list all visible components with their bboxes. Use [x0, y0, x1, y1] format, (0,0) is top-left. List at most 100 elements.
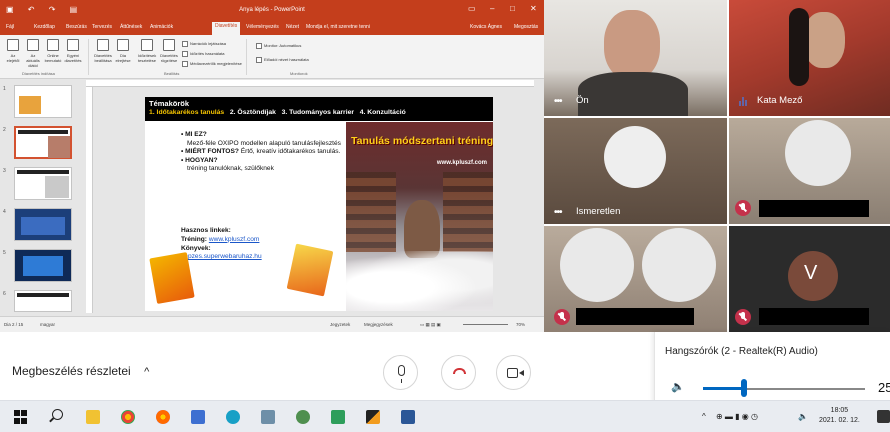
tab-insert[interactable]: Beszúrás	[66, 24, 87, 30]
slide-bullets: MI EZ? Mező-féle OXIPO modellen alapuló …	[181, 131, 341, 174]
thumb-image	[23, 256, 63, 276]
thumbnail-slide-4[interactable]	[14, 208, 72, 241]
windows-start-icon[interactable]	[14, 410, 28, 424]
thumb-header	[17, 170, 69, 174]
tell-me-search[interactable]: Mondja el, mit szeretne tenni	[306, 24, 370, 30]
show-media-controls-check[interactable]: Médiavezérlők megjelenítése	[182, 61, 242, 67]
thumb-number: 4	[3, 209, 6, 215]
thumbnail-slide-2[interactable]	[14, 126, 72, 159]
edge-icon[interactable]	[226, 410, 240, 424]
participant-avatar	[785, 120, 851, 186]
mic-muted-icon	[735, 309, 751, 325]
firefox-icon[interactable]	[156, 410, 170, 424]
thumbnail-slide-3[interactable]	[14, 167, 72, 200]
meeting-details-button[interactable]: Megbeszélés részletei ^	[12, 364, 149, 378]
ribbon-display-icon[interactable]: ▭	[468, 4, 476, 13]
search-icon[interactable]	[52, 409, 63, 420]
rehearse-timings-button[interactable]: Időzítések tesztelése	[138, 39, 156, 63]
play-narrations-check[interactable]: Narrációk lejátszása	[182, 41, 226, 47]
speaker-icon[interactable]: 🔈	[671, 380, 685, 393]
thumb-image	[21, 217, 65, 235]
camera-button[interactable]	[496, 355, 531, 390]
slide-heading: Témakörök	[149, 99, 190, 108]
promo-url: www.kpluszf.com	[436, 160, 487, 166]
participant-tile-speaker[interactable]: Kata Mező	[729, 0, 890, 116]
bullet-text: tréning tanulóknak, szülőknek	[187, 165, 274, 173]
zoom-level[interactable]: 70%	[516, 322, 525, 327]
participant-tile-avatar[interactable]: V	[729, 226, 890, 332]
account-name[interactable]: Kovács Ágnes	[470, 24, 502, 30]
save-floppy-icon[interactable]	[191, 410, 205, 424]
hair	[789, 8, 809, 86]
presenter-view-check[interactable]: Előadói nézet használata	[256, 57, 309, 63]
use-timings-check[interactable]: Időzítés használata	[182, 51, 224, 57]
tab-review[interactable]: Véleményezés	[246, 24, 279, 30]
tab-animations[interactable]: Animációk	[150, 24, 173, 30]
slideshow-current-icon	[27, 39, 39, 51]
notes-button[interactable]: Jegyzetek	[330, 322, 350, 327]
ppt-status-bar: Dia 2 / 15 magyar Jegyzetek Megjegyzések…	[0, 316, 544, 332]
slide-topic-nav: 1. Időtakarékos tanulás 2. Ösztöndíjak 3…	[149, 109, 406, 116]
training-link[interactable]: www.kpluszf.com	[209, 236, 260, 243]
app-dark-icon[interactable]	[366, 410, 380, 424]
app-icon[interactable]	[261, 410, 275, 424]
microphone-button[interactable]	[383, 355, 418, 390]
word-icon[interactable]	[401, 410, 415, 424]
custom-show-button[interactable]: Egyéni diavetítés	[64, 39, 82, 63]
slide-thumbnails: 1 2 3 4 5 6	[0, 80, 84, 316]
tray-icons[interactable]: ⊕ ▬ ▮ ◉ ◷	[716, 412, 758, 421]
notification-center-icon[interactable]	[877, 410, 890, 423]
tab-home[interactable]: Kezdőlap	[34, 24, 55, 30]
reading-girl-figure	[404, 200, 440, 258]
chrome-icon[interactable]	[121, 410, 135, 424]
record-icon	[163, 39, 175, 51]
more-options-icon[interactable]: •••	[554, 96, 562, 107]
from-beginning-button[interactable]: Az elejétől	[4, 39, 22, 63]
zoom-slider[interactable]	[463, 324, 508, 325]
app-green-icon[interactable]	[296, 410, 310, 424]
thumb-number: 6	[3, 291, 6, 297]
thumbnail-slide-1[interactable]	[14, 85, 72, 118]
slide-canvas[interactable]: Témakörök 1. Időtakarékos tanulás 2. Ösz…	[145, 97, 493, 311]
taskbar-clock[interactable]: 18:05 2021. 02. 12.	[819, 406, 860, 426]
participant-avatar	[604, 126, 666, 188]
tab-file[interactable]: Fájl	[6, 24, 14, 30]
online-present-button[interactable]: Online bemutató	[44, 39, 62, 63]
hide-slide-icon	[117, 39, 129, 51]
maximize-icon[interactable]: □	[510, 4, 515, 13]
from-current-button[interactable]: Az aktuális diától	[24, 39, 42, 68]
minimize-icon[interactable]: –	[490, 4, 494, 13]
participant-tile-unknown[interactable]: ••• Ismeretlen	[544, 118, 727, 224]
participant-tile-self[interactable]: ••• Ön	[544, 0, 727, 116]
calculator-icon[interactable]	[331, 410, 345, 424]
audio-device-name[interactable]: Hangszórók (2 - Realtek(R) Audio)	[665, 346, 818, 357]
thumbnail-slide-5[interactable]	[14, 249, 72, 282]
windows-taskbar: ^ ⊕ ▬ ▮ ◉ ◷ 🔈 18:05 2021. 02. 12.	[0, 400, 890, 432]
tab-design[interactable]: Tervezés	[92, 24, 112, 30]
comments-button[interactable]: Megjegyzések	[364, 322, 393, 327]
view-buttons[interactable]: ▭ ▦ ▤ ▣	[420, 322, 441, 328]
more-options-icon[interactable]: •••	[554, 207, 562, 218]
tab-view[interactable]: Nézet	[286, 24, 299, 30]
training-promo-image: Tanulás módszertani tréning www.kpluszf.…	[346, 122, 493, 311]
topic-2: 2. Ösztöndíjak	[229, 109, 276, 116]
file-explorer-icon[interactable]	[86, 410, 100, 424]
tab-transitions[interactable]: Áttűnések	[120, 24, 142, 30]
setup-slideshow-button[interactable]: Diavetítés beállítása	[94, 39, 112, 63]
participant-tile-muted-1[interactable]	[729, 118, 890, 224]
record-slideshow-button[interactable]: Diavetítés rögzítése	[160, 39, 178, 63]
language-indicator[interactable]: magyar	[40, 322, 55, 327]
slideshow-icon	[7, 39, 19, 51]
hide-slide-button[interactable]: Dia elrejtése	[114, 39, 132, 63]
tray-speaker-icon[interactable]: 🔈	[798, 412, 808, 421]
share-button[interactable]: Megosztás	[514, 24, 538, 30]
participant-tile-muted-2[interactable]	[544, 226, 727, 332]
show-hidden-icons[interactable]: ^	[702, 412, 706, 421]
participant-avatar	[560, 228, 634, 302]
volume-slider-thumb[interactable]	[740, 379, 747, 397]
monitor-select[interactable]: Monitor: Automatikus	[256, 43, 301, 49]
close-icon[interactable]: ✕	[530, 4, 537, 13]
hang-up-button[interactable]	[441, 355, 476, 390]
tab-slideshow[interactable]: Diavetítés	[212, 22, 241, 35]
thumbnail-slide-6[interactable]	[14, 290, 72, 312]
